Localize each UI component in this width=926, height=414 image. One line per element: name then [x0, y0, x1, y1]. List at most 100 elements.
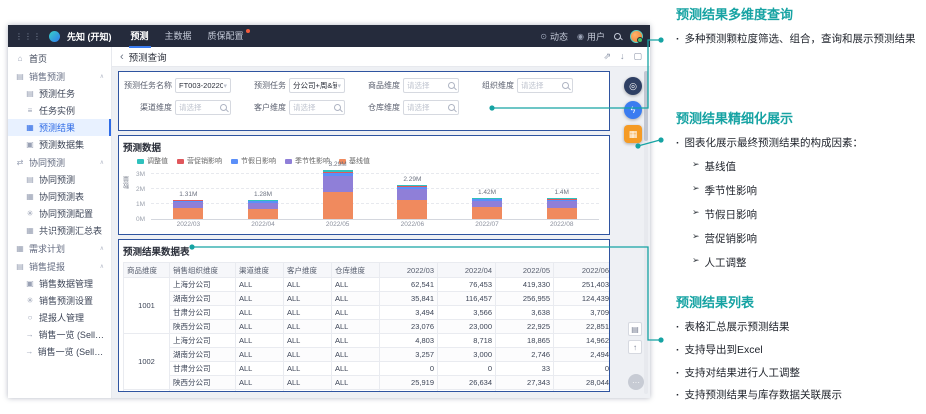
filter-input[interactable]: 请选择 — [403, 78, 459, 93]
db-icon: ▣ — [25, 140, 35, 149]
filter-select[interactable]: FT003-202203-01▾ — [175, 78, 231, 93]
legend-label: 节假日影响 — [241, 156, 276, 166]
annotation-section: 预测结果多维度查询·多种预测颗粒度筛选、组合，查询和展示预测结果 — [676, 4, 924, 55]
sidebar-item-sales-report-group[interactable]: ▤销售提报∧ — [8, 258, 111, 275]
filter-row: 渠道维度请选择客户维度请选择仓库维度请选择 — [123, 100, 603, 115]
chevron-up-icon: ∧ — [100, 263, 104, 270]
sidebar-item-label: 协同预测 — [29, 156, 65, 169]
doc-icon: ▤ — [25, 89, 35, 98]
y-tick-label: 1M — [136, 201, 145, 208]
table-cell: ALL — [284, 390, 332, 393]
table-cell: 湖南分公司 — [170, 348, 236, 362]
sidebar-item-sell-in[interactable]: →销售一览 (Sell In) — [8, 326, 111, 343]
apps-fab-button[interactable]: ▦ — [624, 125, 642, 143]
sidebar-item-consensus-summary[interactable]: ▦共识预测汇总表 — [8, 222, 111, 239]
download-icon[interactable]: ↓ — [620, 51, 625, 62]
sidebar-item-collab-forecast[interactable]: ▤协同预测 — [8, 171, 111, 188]
filter-value: 请选择 — [521, 80, 544, 91]
column-header: 2022/05 — [496, 263, 554, 278]
back-icon[interactable]: ‹ — [120, 51, 124, 63]
filter-input[interactable]: 请选择 — [175, 100, 231, 115]
table-cell: 26,634 — [438, 376, 496, 390]
search-icon — [220, 104, 227, 111]
table-cell: 甘肃分公司 — [170, 362, 236, 376]
fullscreen-icon[interactable]: ▢ — [633, 51, 642, 62]
topbar-user[interactable]: ◉用户 — [577, 30, 605, 43]
scrollbar-thumb[interactable] — [644, 71, 648, 141]
annotation-text: 节假日影响 — [705, 207, 758, 222]
filter-select[interactable]: 分公司+周&销售预测▾ — [289, 78, 345, 93]
sidebar-item-home[interactable]: ⌂首页 — [8, 50, 111, 67]
breadcrumb-tools: ⇗ ↓ ▢ — [603, 51, 642, 62]
sidebar-item-collab-forecast-table[interactable]: ▦协同预测表 — [8, 188, 111, 205]
table-cell: 0 — [380, 362, 438, 376]
annotation-bullet: ·多种预测颗粒度筛选、组合，查询和展示预测结果 — [676, 32, 924, 48]
quick-action-fab-button[interactable]: ϟ — [624, 101, 642, 119]
sidebar-item-sales-forecast[interactable]: ▤销售预测∧ — [8, 68, 111, 85]
table-icon: ▦ — [25, 226, 35, 235]
chevron-up-icon: ∧ — [100, 73, 104, 80]
page-title: 预测查询 — [129, 50, 167, 64]
table-cell: 23,000 — [438, 320, 496, 334]
table-cell: 上海分公司 — [170, 278, 236, 292]
legend-item[interactable]: 营促销影响 — [177, 156, 222, 166]
feedback-icon[interactable]: ▤ — [628, 322, 642, 336]
table-row: 陕西分公司ALLALLALL23,07623,00022,92522,851 — [124, 320, 611, 334]
help-chat-button[interactable]: ··· — [628, 374, 644, 390]
sidebar-item-collab-forecast-group[interactable]: ⇄协同预测∧ — [8, 154, 111, 171]
legend-item[interactable]: 调整值 — [137, 156, 168, 166]
filter-field: 渠道维度请选择 — [123, 100, 231, 115]
table-cell: ALL — [332, 390, 380, 393]
bar-segment — [173, 208, 203, 219]
bar-total-label: 1.28M — [226, 191, 301, 198]
app-grid-icon[interactable]: ⋮⋮⋮ — [15, 32, 42, 41]
topnav: 预测主数据质保配置 — [129, 25, 252, 48]
table-cell: 上海分公司 — [170, 334, 236, 348]
table-cell: ALL — [284, 362, 332, 376]
topbar-activity[interactable]: ⊙动态 — [540, 30, 568, 43]
arrow-icon: → — [25, 347, 34, 356]
filter-input[interactable]: 请选择 — [403, 100, 459, 115]
topnav-item[interactable]: 主数据 — [163, 25, 194, 48]
bar-total-label: 1.42M — [450, 189, 525, 196]
annotation-text: 支持对结果进行人工调整 — [685, 366, 801, 382]
filter-input[interactable]: 请选择 — [517, 78, 573, 93]
folder-icon: ▤ — [15, 72, 25, 81]
sidebar-item-sales-data-mgmt[interactable]: ▣销售数据管理 — [8, 275, 111, 292]
legend-item[interactable]: 节假日影响 — [231, 156, 276, 166]
sidebar-item-sell-out[interactable]: →销售一览 (Sell Out) — [8, 343, 111, 360]
table-cell: 124,439 — [554, 292, 611, 306]
filter-input[interactable]: 请选择 — [289, 100, 345, 115]
back-to-top-icon[interactable]: ↑ — [628, 340, 642, 354]
annotations-column: 预测结果多维度查询·多种预测颗粒度筛选、组合，查询和展示预测结果预测结果精细化展… — [676, 0, 924, 414]
table-cell: 251,403 — [554, 278, 611, 292]
table-cell: 3,257 — [380, 348, 438, 362]
share-icon[interactable]: ⇗ — [603, 51, 611, 62]
x-tick-label: 2022/07 — [450, 221, 525, 228]
column-header: 2022/06 — [554, 263, 611, 278]
table-icon: ▦ — [25, 192, 35, 201]
topnav-item[interactable]: 预测 — [129, 25, 151, 48]
sidebar-item-reporter-mgmt[interactable]: ○提报人管理 — [8, 309, 111, 326]
sidebar-item-task-instance[interactable]: ≡任务实例 — [8, 102, 111, 119]
sidebar-item-sales-forecast-settings[interactable]: ✳销售预测设置 — [8, 292, 111, 309]
sidebar-item-forecast-dataset[interactable]: ▣预测数据集 — [8, 136, 111, 153]
search-icon — [562, 82, 569, 89]
sidebar-item-demand-plan[interactable]: ▦需求计划∧ — [8, 240, 111, 257]
search-icon[interactable] — [614, 33, 621, 40]
sidebar-item-forecast-result[interactable]: ▦预测结果 — [8, 119, 111, 136]
table-cell: 3,000 — [438, 348, 496, 362]
table-cell: ALL — [284, 334, 332, 348]
filter-label: 渠道维度 — [123, 102, 175, 113]
sidebar-item-collab-forecast-config[interactable]: ✳协同预测配置 — [8, 205, 111, 222]
topnav-item[interactable]: 质保配置 — [206, 25, 252, 48]
chevron-down-icon: ▾ — [337, 82, 341, 90]
table-cell: 14,962 — [554, 334, 611, 348]
avatar[interactable] — [630, 30, 643, 43]
sidebar-item-forecast-task[interactable]: ▤预测任务 — [8, 85, 111, 102]
annotation-sub-bullet: ➢节假日影响 — [692, 207, 924, 222]
assistant-fab-button[interactable]: ◎ — [624, 77, 642, 95]
bar-total-label: 3.29M — [300, 161, 375, 168]
scrollbar[interactable] — [644, 71, 648, 394]
annotation-text: 支持导出到Excel — [685, 343, 763, 359]
